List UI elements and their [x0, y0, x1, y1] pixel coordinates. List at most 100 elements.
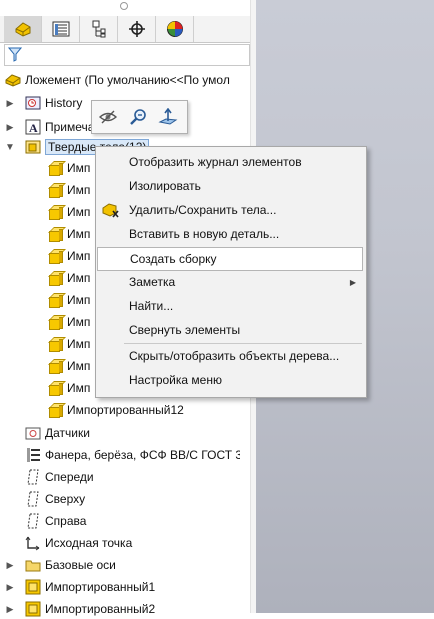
svg-text:A: A: [29, 121, 38, 135]
menu-item-find[interactable]: Найти...: [96, 295, 364, 317]
body-label: Имп: [67, 183, 91, 197]
cube-icon: [46, 335, 66, 353]
filter-row: [2, 44, 250, 66]
notes-label: Примеча: [45, 120, 95, 134]
folder-icon: [24, 556, 42, 574]
hide-body-button[interactable]: [98, 107, 118, 127]
imported-label: Импортированный1: [45, 580, 156, 594]
feature-manager-icon: [15, 22, 30, 37]
submenu-arrow-icon: ▶: [349, 277, 356, 287]
cube-icon: [46, 291, 66, 309]
zoom-icon: [130, 109, 146, 125]
plane-icon: [24, 512, 42, 530]
menu-item-delete-keep-bodies[interactable]: Удалить/Сохранить тела...: [96, 199, 364, 221]
menu-item-customize-menu[interactable]: Настройка меню: [96, 369, 364, 391]
sensors-label: Датчики: [45, 426, 90, 440]
expand-arrow-icon[interactable]: ▶: [5, 604, 15, 615]
plane-label: Сверху: [45, 492, 86, 506]
cube-icon: [46, 181, 66, 199]
menu-item-label: Изолировать: [129, 179, 201, 193]
tree-item-body-12[interactable]: Импортированный12: [46, 400, 246, 420]
base-axes-label: Базовые оси: [45, 558, 116, 572]
history-icon: [24, 94, 42, 112]
tree-item-top-plane[interactable]: Сверху: [24, 489, 184, 509]
plane-icon: [24, 490, 42, 508]
body-label: Имп: [67, 161, 91, 175]
expand-arrow-icon[interactable]: ▶: [5, 560, 15, 571]
crosshair-icon: [128, 21, 145, 37]
expand-arrow-icon[interactable]: ▶: [5, 98, 15, 109]
sensor-folder-icon: [24, 424, 42, 442]
origin-icon: [24, 534, 42, 552]
menu-item-label: Настройка меню: [129, 373, 222, 387]
cube-icon: [46, 203, 66, 221]
tree-item-base-axes[interactable]: Базовые оси: [24, 555, 224, 575]
tab-display-manager[interactable]: [156, 16, 194, 42]
body-label: Имп: [67, 337, 91, 351]
collapse-arrow-icon[interactable]: ▼: [5, 142, 15, 153]
tree-item-notes[interactable]: A Примеча: [24, 117, 96, 137]
menu-item-label: Найти...: [129, 299, 174, 313]
tab-feature-manager[interactable]: [4, 16, 42, 42]
tab-configuration-manager[interactable]: [80, 16, 118, 42]
imported-feature-icon: [24, 578, 42, 596]
body-label: Имп: [67, 205, 91, 219]
menu-item-hide-show-tree-items[interactable]: Скрыть/отобразить объекты дерева...: [96, 345, 364, 367]
tree-root[interactable]: Ложемент (По умолчанию<<По умол: [4, 70, 250, 90]
property-manager-icon: [52, 21, 69, 37]
filter-input[interactable]: [4, 44, 250, 66]
body-label: Имп: [67, 271, 91, 285]
material-icon: [24, 446, 42, 464]
part-icon: [4, 71, 22, 89]
tree-item-imported-1[interactable]: Импортированный1: [24, 577, 224, 597]
configuration-manager-icon: [92, 20, 105, 38]
imported-feature-icon: [24, 600, 42, 618]
material-label: Фанера, берёза, ФСФ ВВ/С ГОСТ 39: [45, 448, 240, 462]
tab-property-manager[interactable]: [42, 16, 80, 42]
panel-grip[interactable]: [120, 2, 128, 10]
tree-item-material[interactable]: Фанера, берёза, ФСФ ВВ/С ГОСТ 39: [24, 445, 240, 465]
menu-item-label: Заметка: [129, 275, 176, 289]
cube-icon: [46, 313, 66, 331]
menu-item-show-feature-history[interactable]: Отобразить журнал элементов: [96, 151, 364, 173]
expand-arrow-icon[interactable]: ▶: [5, 122, 15, 133]
tree-item-front-plane[interactable]: Спереди: [24, 467, 184, 487]
tree-item-sensors[interactable]: Датчики: [24, 423, 224, 443]
body-label: Имп: [67, 315, 91, 329]
cube-icon: [46, 269, 66, 287]
normal-to-icon: [158, 108, 178, 125]
origin-label: Исходная точка: [45, 536, 133, 550]
menu-item-isolate[interactable]: Изолировать: [96, 175, 364, 197]
cube-icon: [46, 159, 66, 177]
cube-icon: [46, 401, 66, 419]
menu-item-label: Создать сборку: [130, 252, 217, 266]
tree-item-right-plane[interactable]: Справа: [24, 511, 184, 531]
expand-arrow-icon[interactable]: ▶: [5, 582, 15, 593]
body-label: Имп: [67, 359, 91, 373]
eye-hidden-icon: [98, 110, 118, 124]
tab-dimxpert-manager[interactable]: [118, 16, 156, 42]
manager-tabs: [0, 16, 250, 43]
menu-item-collapse-items[interactable]: Свернуть элементы: [96, 319, 364, 341]
tree-item-imported-2[interactable]: Импортированный2: [24, 599, 224, 619]
solid-bodies-folder-icon: [24, 138, 42, 156]
menu-item-label: Отобразить журнал элементов: [129, 155, 302, 169]
menu-item-label: Скрыть/отобразить объекты дерева...: [129, 349, 340, 363]
plane-label: Справа: [45, 514, 87, 528]
menu-item-comment[interactable]: Заметка ▶: [96, 271, 364, 293]
cube-icon: [46, 357, 66, 375]
menu-item-create-assembly[interactable]: Создать сборку: [97, 247, 363, 271]
zoom-to-selection-button[interactable]: [128, 107, 148, 127]
plane-icon: [24, 468, 42, 486]
menu-item-insert-into-new-part[interactable]: Вставить в новую деталь...: [96, 223, 364, 245]
body-label: Импортированный12: [67, 403, 184, 417]
cube-icon: [46, 247, 66, 265]
body-label: Имп: [67, 381, 91, 395]
filter-icon: [8, 47, 22, 62]
menu-separator: [124, 343, 362, 344]
root-label: Ложемент (По умолчанию<<По умол: [25, 73, 230, 87]
normal-to-button[interactable]: [158, 107, 178, 127]
history-label: History: [45, 96, 83, 110]
tree-item-origin[interactable]: Исходная точка: [24, 533, 224, 553]
menu-item-label: Свернуть элементы: [129, 323, 241, 337]
